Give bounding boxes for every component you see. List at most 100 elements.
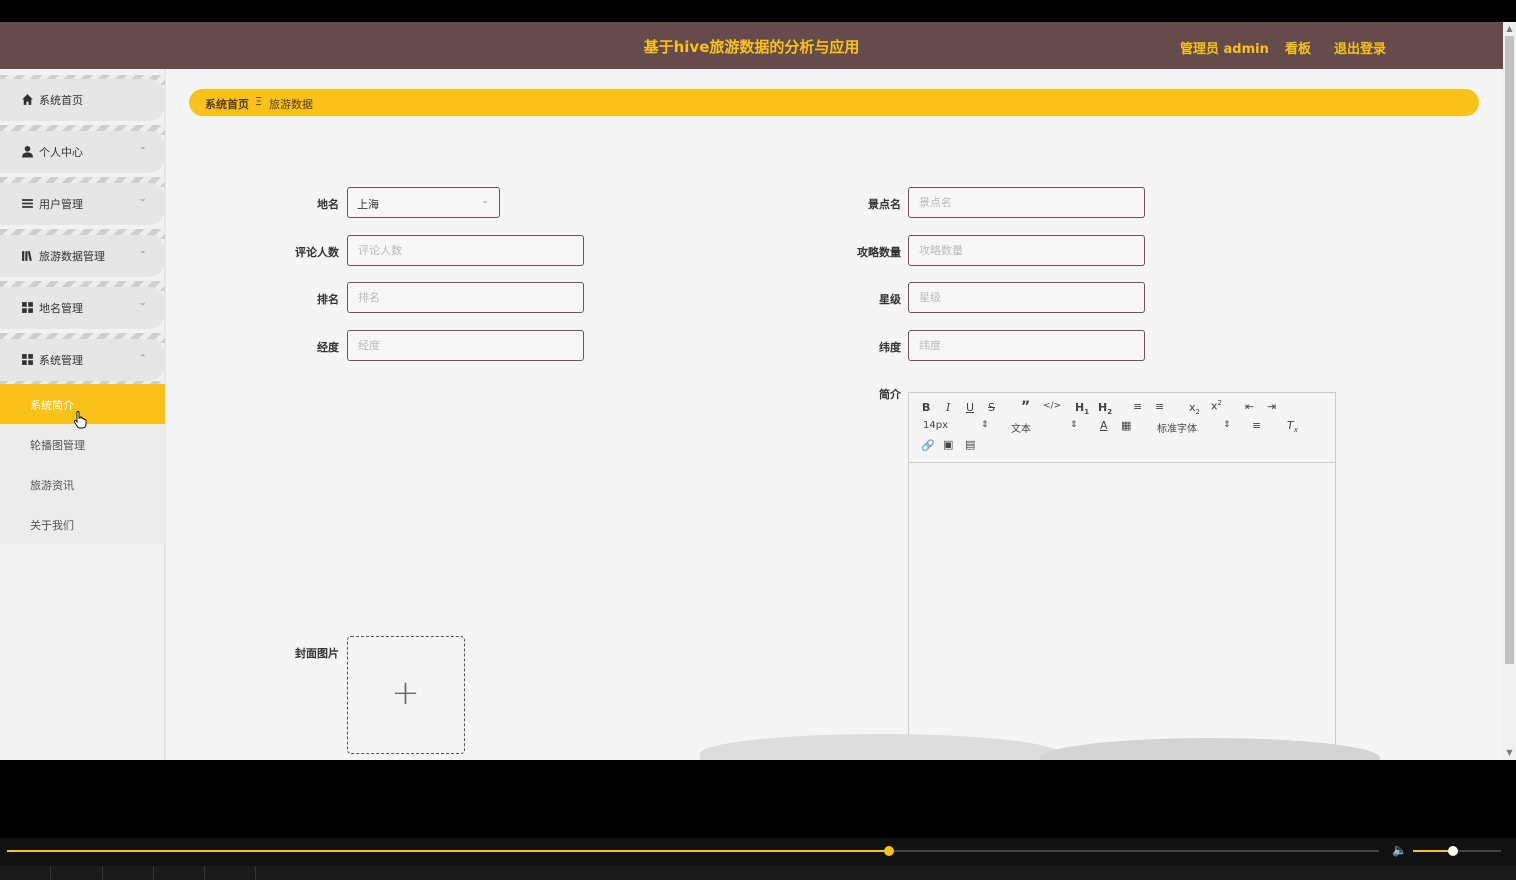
intro-label: 简介 (879, 388, 901, 401)
admin-label[interactable]: 管理员 admin (1180, 38, 1269, 57)
progress-track[interactable] (7, 850, 1379, 852)
sidebar-item-label: 系统首页 (39, 94, 83, 107)
indent-increase-icon[interactable]: ⇥ (1267, 400, 1276, 413)
sidebar-item-label: 系统管理 (39, 354, 83, 367)
guides-input[interactable] (908, 235, 1145, 266)
align-icon[interactable]: ≡ (1252, 419, 1261, 432)
books-icon (22, 251, 32, 262)
board-link[interactable]: 看板 (1285, 38, 1311, 57)
scroll-up-icon[interactable]: ▲ (1503, 23, 1516, 35)
guides-label: 攻略数量 (857, 246, 901, 259)
sidebar-item-system[interactable]: 系统管理 ⌃ (0, 339, 165, 381)
bold-icon[interactable]: B (922, 401, 930, 414)
latitude-label: 纬度 (879, 341, 901, 354)
star-label: 星级 (879, 293, 901, 306)
sidebar-item-users[interactable]: 用户管理 ⌄ (0, 183, 165, 225)
sidebar-item-profile[interactable]: 个人中心 ⌄ (0, 131, 165, 173)
subscript-icon[interactable]: x2 (1189, 401, 1200, 416)
volume-knob[interactable] (1447, 846, 1458, 856)
font-size-select[interactable]: 14px (923, 420, 948, 431)
sidebar-item-places[interactable]: 地名管理 ⌄ (0, 287, 165, 329)
rich-text-editor: B I U S ” </> H1 H2 ≡ ≡ x2 x2 ⇤ ⇥ 14px ⇕… (908, 392, 1336, 760)
editor-toolbar: B I U S ” </> H1 H2 ≡ ≡ x2 x2 ⇤ ⇥ 14px ⇕… (909, 393, 1335, 463)
latitude-input[interactable] (908, 330, 1145, 361)
volume-fill (1413, 850, 1453, 852)
editor-content-area[interactable] (909, 464, 1335, 760)
breadcrumb-separator: Ξ (255, 95, 262, 108)
rank-input[interactable] (347, 282, 584, 313)
grid-icon (22, 354, 33, 365)
submenu-item-about-us[interactable]: 关于我们 (0, 504, 165, 544)
place-label: 地名 (317, 198, 339, 211)
clear-format-icon[interactable]: Tx (1287, 419, 1298, 434)
submenu-item-label: 旅游资讯 (30, 479, 74, 492)
logout-link[interactable]: 退出登录 (1334, 38, 1386, 57)
link-icon[interactable]: 🔗 (921, 439, 935, 452)
longitude-label: 经度 (317, 341, 339, 354)
submenu-item-travel-news[interactable]: 旅游资讯 (0, 464, 165, 504)
select-arrows-icon: ⇕ (1223, 420, 1231, 430)
taskbar-divider (153, 866, 154, 880)
place-select[interactable]: 上海 ⌄ (347, 187, 500, 218)
background-color-icon[interactable]: ▦ (1121, 419, 1131, 432)
longitude-input[interactable] (347, 330, 584, 361)
taskbar-divider (255, 866, 256, 880)
taskbar-divider (102, 866, 103, 880)
breadcrumb-current: 旅游数据 (269, 98, 313, 111)
star-input[interactable] (908, 282, 1145, 313)
app-window: 基于hive旅游数据的分析与应用 管理员 admin 看板 退出登录 系统首页 … (0, 22, 1503, 760)
chevron-down-icon: ⌄ (139, 298, 147, 308)
submenu-item-carousel[interactable]: 轮播图管理 (0, 424, 165, 464)
chevron-down-icon: ⌄ (139, 194, 147, 204)
sidebar-item-label: 用户管理 (39, 198, 83, 211)
header-select[interactable]: 文本 (1011, 420, 1031, 435)
submenu-item-label: 关于我们 (30, 519, 74, 532)
cover-upload-box[interactable]: + (347, 636, 465, 754)
hand-cursor-icon (73, 411, 87, 429)
attraction-input[interactable] (908, 187, 1145, 218)
image-icon[interactable]: ▣ (943, 438, 953, 451)
grid-icon (22, 302, 33, 313)
rank-label: 排名 (317, 293, 339, 306)
scroll-down-icon[interactable]: ▼ (1503, 747, 1516, 759)
sidebar-item-label: 地名管理 (39, 302, 83, 315)
chevron-up-icon: ⌃ (139, 354, 147, 364)
progress-knob[interactable] (883, 846, 894, 856)
ordered-list-icon[interactable]: ≡ (1133, 400, 1142, 413)
scrollbar-thumb[interactable] (1505, 36, 1514, 664)
superscript-icon[interactable]: x2 (1211, 399, 1222, 413)
breadcrumb-home[interactable]: 系统首页 (205, 96, 249, 112)
font-color-icon[interactable]: A (1100, 419, 1108, 432)
sidebar-item-home[interactable]: 系统首页 (0, 79, 165, 121)
select-arrows-icon: ⇕ (981, 420, 989, 430)
vertical-scrollbar[interactable]: ▲ ▼ (1503, 22, 1516, 760)
code-icon[interactable]: </> (1043, 401, 1061, 411)
sidebar-item-travel-data[interactable]: 旅游数据管理 ⌄ (0, 235, 165, 277)
taskbar (0, 866, 1516, 880)
reviews-label: 评论人数 (295, 246, 339, 259)
taskbar-divider (204, 866, 205, 880)
blockquote-icon[interactable]: ” (1021, 399, 1030, 415)
place-select-value: 上海 (357, 198, 379, 211)
home-icon (22, 94, 33, 105)
h1-icon[interactable]: H1 (1075, 401, 1089, 416)
indent-decrease-icon[interactable]: ⇤ (1245, 400, 1254, 413)
attraction-label: 景点名 (868, 198, 901, 211)
video-icon[interactable]: ▤ (965, 438, 975, 451)
underline-icon[interactable]: U (966, 401, 974, 414)
list-icon (22, 199, 33, 208)
italic-icon[interactable]: I (946, 401, 950, 414)
app-title: 基于hive旅游数据的分析与应用 (643, 38, 860, 56)
screen: 基于hive旅游数据的分析与应用 管理员 admin 看板 退出登录 系统首页 … (0, 0, 1516, 880)
sidebar-item-label: 旅游数据管理 (39, 250, 105, 263)
cover-label: 封面图片 (295, 647, 339, 660)
submenu-item-label: 系统简介 (30, 399, 74, 412)
bullet-list-icon[interactable]: ≡ (1155, 400, 1164, 413)
user-icon (22, 145, 33, 158)
h2-icon[interactable]: H2 (1098, 401, 1112, 416)
reviews-input[interactable] (347, 235, 584, 266)
progress-fill (7, 850, 889, 852)
volume-icon[interactable]: 🔈 (1392, 843, 1407, 857)
font-family-select[interactable]: 标准字体 (1157, 420, 1197, 435)
strike-icon[interactable]: S (988, 401, 995, 414)
